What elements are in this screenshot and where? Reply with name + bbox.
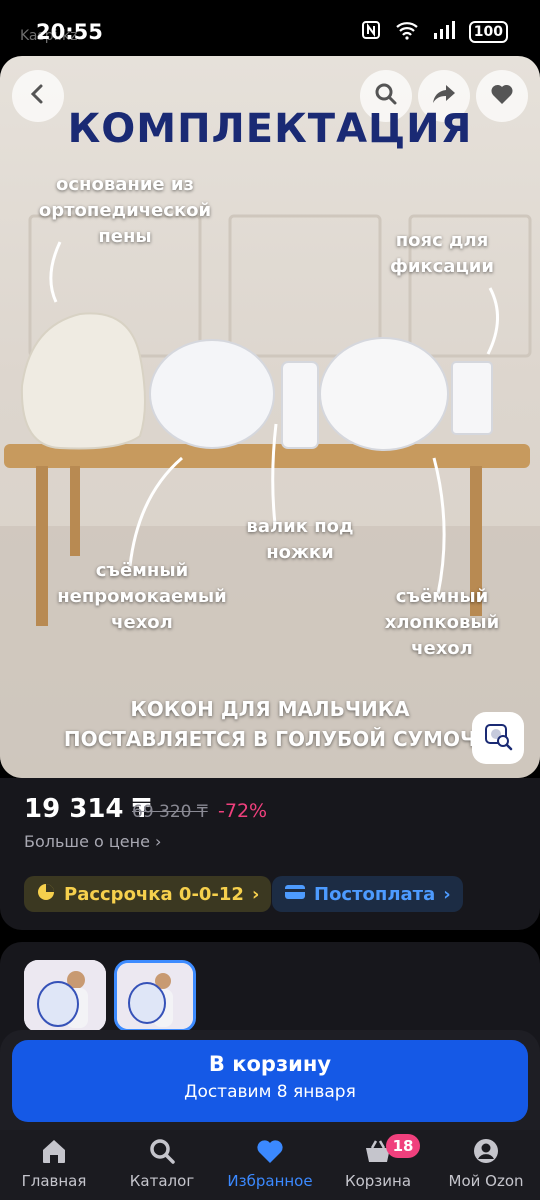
installment-chip[interactable]: Рассрочка 0-0-12 › (24, 876, 272, 912)
cart-panel: В корзину Доставим 8 января (0, 1030, 540, 1130)
add-to-cart-button[interactable]: В корзину Доставим 8 января (12, 1040, 528, 1122)
price-details-label: Больше о цене (24, 832, 150, 851)
nav-favorites[interactable]: Избранное (216, 1130, 324, 1200)
nav-label: Главная (21, 1172, 87, 1190)
nav-label: Избранное (227, 1172, 313, 1190)
chevron-right-icon: › (443, 883, 451, 905)
nav-label: Корзина (344, 1172, 412, 1190)
label-cover-waterproof: съёмный непромокаемый чехол (57, 560, 227, 633)
card-icon (284, 883, 306, 906)
image-title: КОМПЛЕКТАЦИЯ (67, 106, 473, 152)
thumbnail-selected[interactable] (114, 960, 196, 1032)
search-icon (148, 1138, 176, 1168)
nfc-icon (361, 20, 381, 44)
nav-cart[interactable]: 18 Корзина (324, 1130, 432, 1200)
nav-profile[interactable]: Мой Ozon (432, 1130, 540, 1200)
product-illustration (0, 214, 540, 778)
image-search-button[interactable] (472, 712, 524, 764)
price-discount: -72% (218, 800, 268, 822)
status-bar: Kaspi.kz 20:55 100 (0, 0, 540, 62)
price-block: 19 314 ₸ 69 320 ₸ -72% Больше о цене › Р… (0, 778, 540, 930)
wifi-icon (395, 20, 419, 44)
nav-home[interactable]: Главная (0, 1130, 108, 1200)
price-details-link[interactable]: Больше о цене › (24, 832, 161, 851)
postpay-label: Постоплата (314, 883, 436, 905)
label-base: основание из ортопедической пены (38, 174, 212, 247)
thumbnail[interactable] (24, 960, 106, 1032)
label-belt: пояс для фиксации (389, 230, 495, 277)
bottom-nav: Главная Каталог Избранное 18 Корзина Мой… (0, 1130, 540, 1200)
cart-button-subtitle: Доставим 8 января (184, 1082, 356, 1102)
image-search-icon (483, 721, 513, 755)
heart-icon (255, 1138, 285, 1168)
product-image[interactable]: КОМПЛЕКТАЦИЯ основание из ортопедической п… (0, 56, 540, 778)
label-roller: валик под ножки (246, 516, 354, 563)
cart-button-title: В корзину (208, 1052, 332, 1076)
chevron-right-icon: › (251, 883, 260, 905)
battery-indicator: 100 (468, 21, 508, 43)
signal-icon (433, 21, 455, 43)
installment-label: Рассрочка 0-0-12 (64, 883, 244, 905)
nav-label: Каталог (129, 1172, 195, 1190)
image-caption: КОКОН ДЛЯ МАЛЬЧИКА ПОСТАВЛЯЕТСЯ В ГОЛУБОЙ… (63, 697, 477, 751)
price-old: 69 320 ₸ (132, 802, 208, 822)
profile-icon (472, 1138, 500, 1168)
pie-icon (36, 882, 56, 907)
status-icons: 100 (361, 20, 508, 44)
home-icon (40, 1138, 68, 1168)
thumbnail-image (117, 963, 193, 1029)
thumbnail-image (24, 960, 106, 1032)
postpay-chip[interactable]: Постоплата › (272, 876, 463, 912)
cart-count-badge: 18 (386, 1134, 420, 1158)
label-cover-cotton: съёмный хлопковый чехол (384, 586, 500, 659)
status-time: 20:55 (36, 20, 103, 44)
chevron-right-icon: › (155, 832, 162, 851)
nav-catalog[interactable]: Каталог (108, 1130, 216, 1200)
nav-label: Мой Ozon (448, 1172, 524, 1190)
